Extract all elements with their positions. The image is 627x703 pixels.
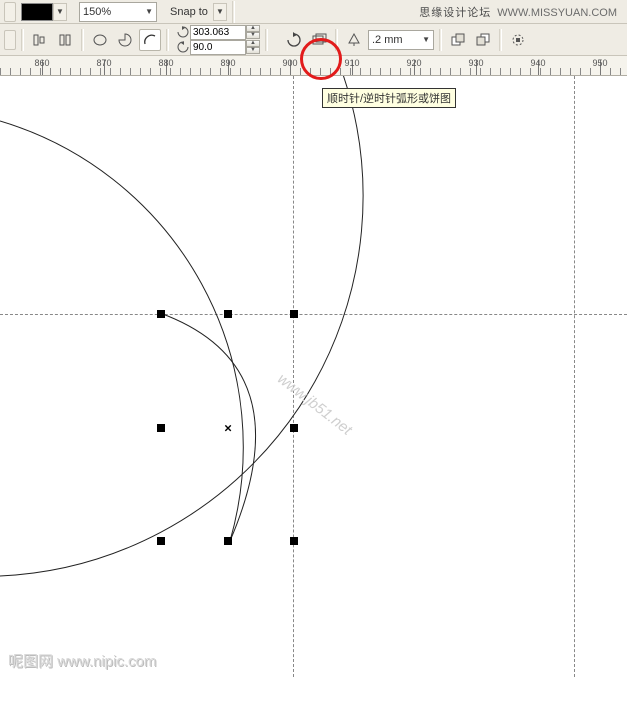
selection-handle[interactable] — [157, 537, 165, 545]
separator — [81, 29, 84, 51]
chevron-down-icon: ▼ — [422, 35, 430, 44]
ruler-label: 890 — [220, 58, 235, 68]
angle-end-input[interactable] — [190, 40, 246, 55]
arc-angle-spinners: ▲▼ ▲▼ — [176, 25, 260, 54]
separator — [265, 29, 268, 51]
chevron-down-icon: ▼ — [145, 7, 153, 16]
tooltip: 顺时针/逆时针弧形或饼图 — [322, 88, 456, 108]
selection-handle[interactable] — [157, 310, 165, 318]
outline-width-combo[interactable]: .2 mm ▼ — [368, 30, 434, 50]
toolbar-row-2: ▲▼ ▲▼ .2 mm ▼ — [0, 24, 627, 56]
branding-text: 思缘设计论坛WWW.MISSYUAN.COM — [419, 4, 617, 20]
zoom-value: 150% — [83, 6, 111, 18]
ruler-label: 880 — [158, 58, 173, 68]
ruler-label: 910 — [344, 58, 359, 68]
ellipse-tool-icon[interactable] — [89, 29, 111, 51]
zoom-combo[interactable]: 150% ▼ — [79, 2, 157, 22]
outline-width-value: .2 mm — [372, 34, 403, 46]
selection-handle[interactable] — [157, 424, 165, 432]
convert-icon[interactable] — [507, 29, 529, 51]
horizontal-ruler: 850860870880890900910920930940950 — [0, 56, 627, 76]
ruler-label: 940 — [530, 58, 545, 68]
align-left-icon[interactable] — [29, 29, 51, 51]
vector-artwork — [0, 76, 627, 677]
convert-to-curves-icon[interactable] — [308, 29, 330, 51]
ruler-label: 870 — [96, 58, 111, 68]
ruler-label: 950 — [592, 58, 607, 68]
selection-center-marker: × — [224, 421, 232, 436]
drawing-canvas[interactable]: × www.jb51.net 呢图网 www.nipic.com — [0, 76, 627, 677]
angle-start-input[interactable] — [190, 25, 246, 40]
selection-handle[interactable] — [290, 424, 298, 432]
rotate-end-icon — [176, 40, 190, 54]
align-center-icon[interactable] — [54, 29, 76, 51]
snap-to-label: Snap to — [170, 6, 208, 18]
arc-tool-icon[interactable] — [139, 29, 161, 51]
selection-handle[interactable] — [290, 537, 298, 545]
ruler-label: 860 — [34, 58, 49, 68]
separator — [166, 29, 169, 51]
color-well-arrow[interactable]: ▼ — [53, 3, 67, 21]
angle-end-stepper[interactable]: ▲▼ — [246, 40, 260, 54]
selection-handle[interactable] — [290, 310, 298, 318]
ruler-label: 920 — [406, 58, 421, 68]
selection-handle[interactable] — [224, 310, 232, 318]
pie-tool-icon[interactable] — [114, 29, 136, 51]
color-well[interactable] — [21, 3, 53, 21]
ruler-label: 930 — [468, 58, 483, 68]
partial-button-left-2[interactable] — [4, 30, 16, 50]
separator — [499, 29, 502, 51]
separator — [232, 1, 235, 23]
ruler-label: 900 — [282, 58, 297, 68]
separator — [335, 29, 338, 51]
clockwise-toggle-icon[interactable] — [283, 29, 305, 51]
to-front-icon[interactable] — [447, 29, 469, 51]
partial-button-left[interactable] — [4, 2, 16, 22]
outline-pen-icon[interactable] — [343, 29, 365, 51]
separator — [439, 29, 442, 51]
selection-handle[interactable] — [224, 537, 232, 545]
rotate-start-icon — [176, 25, 190, 39]
snap-to-dropdown[interactable]: ▼ — [213, 3, 227, 21]
separator — [21, 29, 24, 51]
angle-start-stepper[interactable]: ▲▼ — [246, 25, 260, 39]
to-back-icon[interactable] — [472, 29, 494, 51]
